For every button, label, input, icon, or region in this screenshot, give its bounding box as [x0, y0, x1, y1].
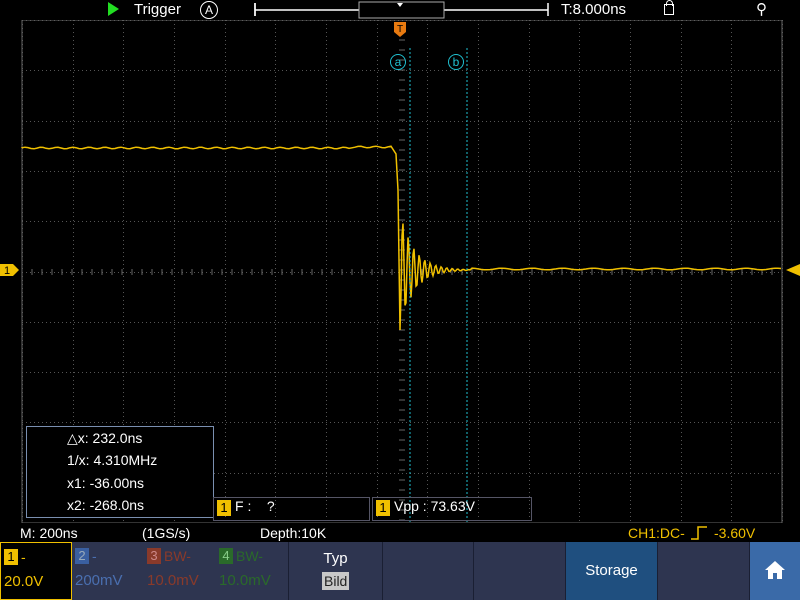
vpp-value: Vpp : 73.63V: [394, 498, 475, 514]
channel3-bandwidth: BW-: [164, 548, 191, 564]
trigger-delay-readout: T:8.000ns: [561, 1, 627, 18]
storage-type-button[interactable]: Typ Bild: [288, 542, 383, 600]
channel3-scale: 10.0mV: [147, 572, 199, 589]
cursor-b-marker[interactable]: b: [448, 54, 464, 70]
storage-button[interactable]: Storage: [566, 542, 658, 600]
run-play-icon[interactable]: [108, 2, 119, 16]
channel2-scale: 200mV: [75, 572, 123, 589]
trigger-mode-auto-icon: A: [200, 1, 218, 19]
cursor-x1-value: x1: -36.00ns: [67, 475, 145, 491]
channel1-number: 1: [4, 549, 18, 565]
vpp-measurement: 1 Vpp : 73.63V: [372, 497, 532, 521]
cursor-measurement-panel: △x: 232.0ns 1/x: 4.310MHz x1: -36.00ns x…: [26, 426, 214, 518]
lock-icon: [664, 0, 674, 15]
top-status-bar: Trigger A T:8.000ns ⚲: [0, 0, 800, 20]
cursor-inverse-delta-x: 1/x: 4.310MHz: [67, 452, 158, 468]
storage-type-label: Typ: [323, 550, 348, 567]
channel2-button[interactable]: 2 - 200mV: [72, 542, 144, 600]
channel1-marker-label: 1: [4, 265, 10, 277]
channel2-number: 2: [75, 548, 89, 564]
storage-type-value: Bild: [322, 572, 350, 590]
bottom-menu-bar: 1 - 20.0V 2 - 200mV 3 BW- 10.0mV 4 BW- 1…: [0, 542, 800, 600]
channel4-bandwidth: BW-: [236, 548, 263, 564]
trigger-level-value: -3.60V: [714, 525, 756, 541]
menu-blank-button-3[interactable]: [658, 542, 750, 600]
menu-blank-button-2[interactable]: [474, 542, 566, 600]
cursor-b-label: b: [453, 55, 460, 69]
channel3-number: 3: [147, 548, 161, 564]
trigger-source-coupling: CH1:DC-: [628, 525, 685, 541]
trigger-status-label: Trigger: [134, 1, 181, 18]
cursor-a-label: a: [395, 55, 402, 69]
sample-rate: (1GS/s): [142, 525, 191, 541]
cursor-delta-x: △x: 232.0ns: [67, 430, 143, 446]
channel4-scale: 10.0mV: [219, 572, 271, 589]
channel4-button[interactable]: 4 BW- 10.0mV: [216, 542, 288, 600]
rising-edge-icon: [691, 526, 707, 540]
channel1-button[interactable]: 1 - 20.0V: [0, 542, 72, 600]
horizontal-timebase: M: 200ns: [20, 525, 78, 541]
status-line: M: 200ns (1GS/s) Depth:10K CH1:DC- -3.60…: [0, 523, 800, 542]
cursor-a-marker[interactable]: a: [390, 54, 406, 70]
trigger-level-marker[interactable]: [786, 264, 800, 276]
channel3-button[interactable]: 3 BW- 10.0mV: [144, 542, 216, 600]
channel2-bandwidth: -: [92, 548, 97, 564]
channel1-ground-marker[interactable]: 1: [0, 264, 19, 277]
storage-label: Storage: [585, 562, 638, 579]
freq-channel-badge: 1: [217, 500, 231, 516]
channel1-bandwidth: -: [21, 549, 26, 565]
home-icon: [765, 561, 785, 579]
channel4-number: 4: [219, 548, 233, 564]
channel1-scale: 20.0V: [4, 573, 44, 590]
memory-depth: Depth:10K: [260, 525, 327, 541]
home-button[interactable]: [750, 542, 800, 600]
trigger-position-marker[interactable]: T: [394, 22, 406, 37]
menu-blank-button-1[interactable]: [382, 542, 474, 600]
memory-position-bar: [254, 1, 549, 19]
freq-value: F : ?: [235, 498, 275, 514]
channel1-waveform: [21, 145, 782, 331]
vpp-channel-badge: 1: [376, 500, 390, 516]
trigger-marker-label: T: [397, 24, 403, 35]
usb-icon: ⚲: [756, 1, 767, 18]
frequency-measurement: 1F : ?: [213, 497, 370, 521]
